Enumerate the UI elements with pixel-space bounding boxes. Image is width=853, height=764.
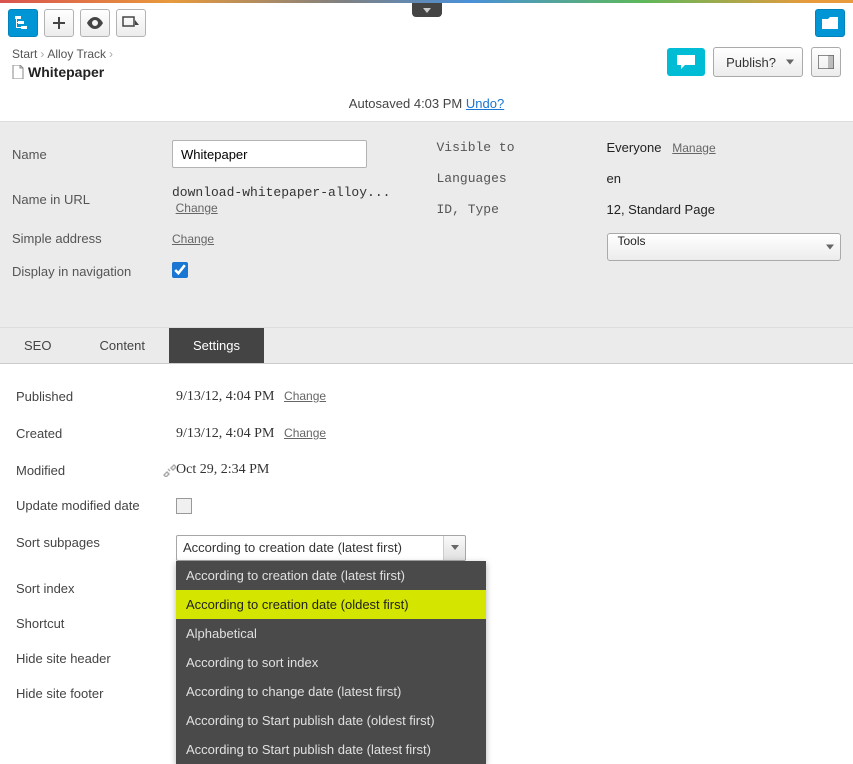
simple-address-change-link[interactable]: Change — [172, 232, 214, 246]
breadcrumb-item[interactable]: Start — [12, 47, 37, 61]
sort-dropdown-list: According to creation date (latest first… — [176, 561, 486, 764]
top-expand-tab[interactable] — [412, 3, 442, 17]
tab-content[interactable]: Content — [75, 328, 169, 363]
compare-button[interactable] — [116, 9, 146, 37]
sort-option[interactable]: According to Start publish date (oldest … — [176, 706, 486, 735]
sort-option[interactable]: Alphabetical — [176, 619, 486, 648]
sort-subpages-dropdown[interactable]: According to creation date (latest first… — [176, 535, 466, 561]
modified-label: Modified — [16, 463, 176, 478]
page-title: Whitepaper — [12, 64, 113, 80]
page-icon — [12, 65, 24, 79]
url-label: Name in URL — [12, 192, 172, 207]
idtype-label: ID, Type — [437, 202, 607, 217]
publish-button[interactable]: Publish? — [713, 47, 803, 77]
languages-label: Languages — [437, 171, 607, 186]
shortcut-label: Shortcut — [16, 616, 176, 631]
breadcrumb-item[interactable]: Alloy Track — [47, 47, 106, 61]
tab-seo[interactable]: SEO — [0, 328, 75, 363]
hide-footer-label: Hide site footer — [16, 686, 176, 701]
url-value: download-whitepaper-alloy... — [172, 185, 390, 200]
autosave-status: Autosaved 4:03 PM Undo? — [0, 90, 853, 121]
tools-button[interactable]: Tools — [607, 233, 842, 261]
published-label: Published — [16, 389, 176, 404]
hide-header-label: Hide site header — [16, 651, 176, 666]
breadcrumb-row: Start › Alloy Track › Whitepaper Publish… — [0, 43, 853, 90]
url-change-link[interactable]: Change — [176, 201, 218, 215]
add-button[interactable] — [44, 9, 74, 37]
panel-toggle-button[interactable] — [811, 47, 841, 77]
chevron-down-icon — [826, 245, 834, 250]
modified-value: Oct 29, 2:34 PM — [176, 462, 269, 478]
created-value: 9/13/12, 4:04 PM — [176, 426, 274, 441]
update-modified-label: Update modified date — [16, 498, 176, 515]
tabs: SEO Content Settings — [0, 328, 853, 364]
sort-option[interactable]: According to change date (latest first) — [176, 677, 486, 706]
tab-settings[interactable]: Settings — [169, 328, 264, 363]
tools-icon — [162, 463, 176, 477]
published-change-link[interactable]: Change — [284, 389, 326, 403]
display-nav-label: Display in navigation — [12, 264, 172, 279]
sort-option[interactable]: According to sort index — [176, 648, 486, 677]
settings-panel: Published 9/13/12, 4:04 PM Change Create… — [0, 364, 853, 745]
sort-subpages-label: Sort subpages — [16, 535, 176, 550]
simple-address-label: Simple address — [12, 231, 172, 246]
chevron-right-icon: › — [40, 47, 44, 61]
undo-link[interactable]: Undo? — [466, 96, 504, 111]
sort-option[interactable]: According to Start publish date (latest … — [176, 735, 486, 764]
visible-to-label: Visible to — [437, 140, 607, 155]
tree-button[interactable] — [8, 9, 38, 37]
assets-button[interactable] — [815, 9, 845, 37]
chevron-down-icon — [443, 536, 465, 560]
breadcrumb: Start › Alloy Track › — [12, 47, 113, 61]
comments-button[interactable] — [667, 48, 705, 76]
languages-value: en — [607, 171, 842, 186]
manage-link[interactable]: Manage — [672, 141, 715, 155]
created-label: Created — [16, 426, 176, 441]
published-value: 9/13/12, 4:04 PM — [176, 389, 274, 404]
sort-index-label: Sort index — [16, 581, 176, 596]
created-change-link[interactable]: Change — [284, 426, 326, 440]
name-label: Name — [12, 147, 172, 162]
chevron-right-icon: › — [109, 47, 113, 61]
sort-option[interactable]: According to creation date (latest first… — [176, 561, 486, 590]
update-modified-checkbox[interactable] — [176, 498, 192, 514]
display-nav-checkbox[interactable] — [172, 262, 188, 278]
sort-option[interactable]: According to creation date (oldest first… — [176, 590, 486, 619]
chevron-down-icon — [786, 60, 794, 65]
name-input[interactable] — [172, 140, 367, 168]
properties-section: Name Name in URL download-whitepaper-all… — [0, 121, 853, 328]
idtype-value: 12, Standard Page — [607, 202, 842, 217]
preview-button[interactable] — [80, 9, 110, 37]
visible-to-value: Everyone — [607, 140, 662, 155]
